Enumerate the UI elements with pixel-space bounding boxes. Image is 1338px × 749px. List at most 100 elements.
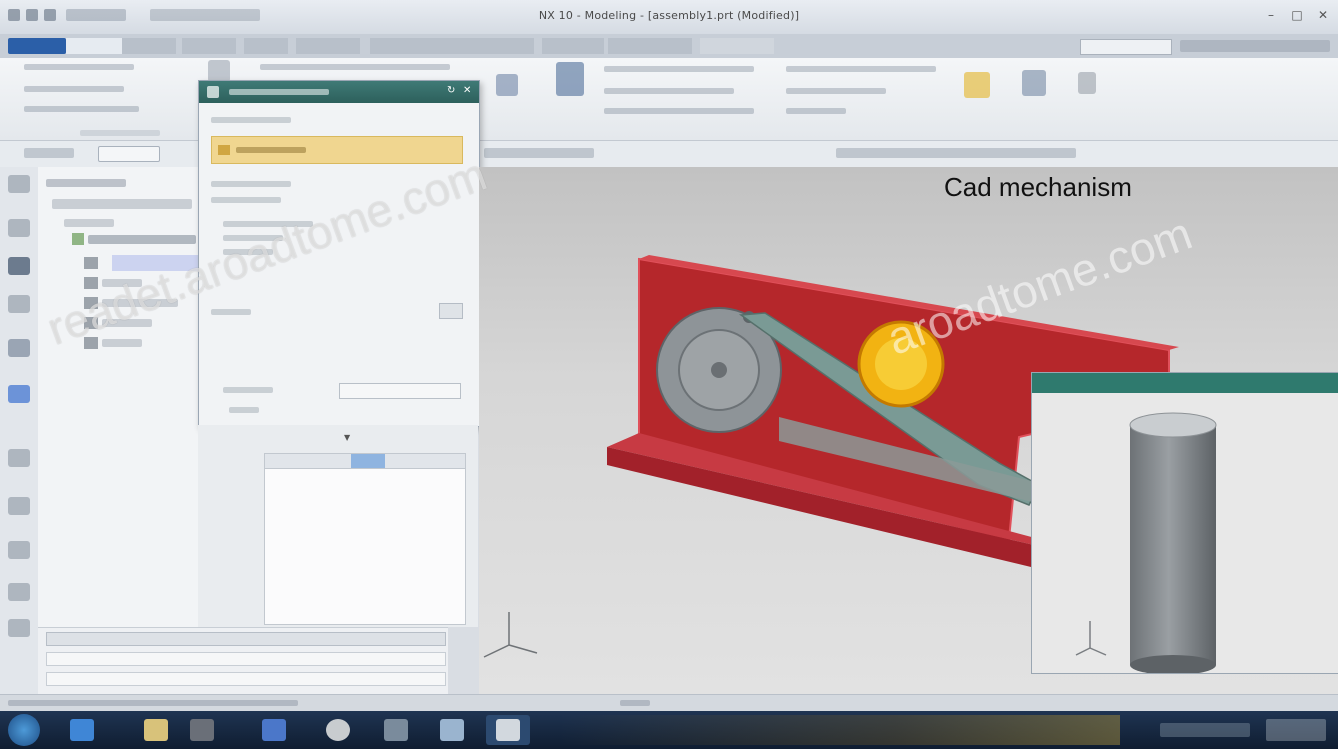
tab-5[interactable]	[296, 38, 360, 54]
minimize-button[interactable]: –	[1258, 6, 1284, 24]
taskbar-word[interactable]	[252, 715, 296, 745]
status-info	[620, 700, 650, 706]
ribbon-icon[interactable]	[208, 60, 230, 82]
option-label	[211, 309, 251, 315]
list-table	[264, 453, 466, 625]
select-icon	[218, 145, 230, 155]
tab-file[interactable]	[8, 38, 66, 54]
ribbon-cmd[interactable]	[24, 86, 124, 92]
tab-6[interactable]	[370, 38, 534, 54]
ribbon-icon[interactable]	[964, 72, 990, 98]
ribbon-icon[interactable]	[1078, 72, 1096, 94]
ribbon-cmd[interactable]	[260, 64, 450, 70]
tree-node[interactable]	[102, 339, 142, 347]
joint-icon	[84, 337, 98, 349]
maximize-button[interactable]: □	[1284, 6, 1310, 24]
taskbar-explorer[interactable]	[134, 715, 178, 745]
dialog-title	[229, 89, 329, 95]
select-link-field[interactable]	[211, 136, 463, 164]
ribbon-icon[interactable]	[1022, 70, 1046, 96]
details-row	[46, 652, 446, 666]
ribbon-cmd[interactable]	[604, 108, 754, 114]
tree-node[interactable]	[102, 279, 142, 287]
history-icon[interactable]	[8, 449, 30, 467]
preview-window[interactable]	[1031, 372, 1338, 674]
taskbar-wallpaper-strip	[560, 715, 1120, 745]
taskbar-active-app[interactable]	[486, 715, 530, 745]
ribbon-icon[interactable]	[556, 62, 584, 96]
option-label	[229, 407, 259, 413]
option-label	[223, 387, 273, 393]
table-header-cell-selected[interactable]	[351, 454, 385, 468]
taskbar-nx[interactable]	[430, 715, 474, 745]
taskbar-app[interactable]	[374, 715, 418, 745]
ribbon-cmd[interactable]	[786, 66, 936, 72]
tab-home[interactable]	[66, 38, 122, 54]
reuse-library-icon[interactable]	[8, 295, 30, 313]
process-studio-icon[interactable]	[8, 541, 30, 559]
window-title: NX 10 - Modeling - [assembly1.prt (Modif…	[538, 9, 800, 22]
part-navigator-icon[interactable]	[8, 257, 30, 275]
status-bar	[0, 694, 1338, 712]
command-finder-input[interactable]	[1080, 39, 1172, 55]
tree-node[interactable]	[102, 319, 152, 327]
start-button[interactable]	[8, 714, 40, 746]
option-label	[223, 221, 313, 227]
taskbar-ie[interactable]	[60, 715, 104, 745]
tab-7[interactable]	[542, 38, 604, 54]
window-controls-group[interactable]	[1180, 40, 1330, 52]
crank-axle	[711, 362, 727, 378]
ribbon-cmd[interactable]	[24, 106, 139, 112]
system-materials-icon[interactable]	[8, 497, 30, 515]
chevron-down-icon[interactable]: ▼	[344, 433, 352, 442]
option-label	[223, 249, 273, 255]
assembly-navigator-icon[interactable]	[8, 175, 30, 193]
web-browser-icon[interactable]	[8, 385, 30, 403]
ribbon-icon[interactable]	[496, 74, 518, 96]
dialog-title-bar: ↻ ✕	[199, 81, 479, 103]
ribbon-cmd[interactable]	[604, 66, 754, 72]
tab-4[interactable]	[244, 38, 288, 54]
expand-button[interactable]	[439, 303, 463, 319]
close-icon[interactable]: ✕	[463, 85, 475, 97]
preview-triad-icon	[1075, 621, 1107, 656]
clock[interactable]	[1266, 719, 1326, 741]
ribbon-cmd[interactable]	[604, 88, 734, 94]
hd3d-tools-icon[interactable]	[8, 339, 30, 357]
tab-3[interactable]	[182, 38, 236, 54]
manufacturing-wizards-icon[interactable]	[8, 583, 30, 601]
close-button[interactable]: ✕	[1310, 6, 1336, 24]
joint-icon	[84, 317, 98, 329]
ribbon-group-label	[80, 130, 160, 136]
preview-title-bar[interactable]	[1032, 373, 1338, 393]
constraint-navigator-icon[interactable]	[8, 219, 30, 237]
details-header[interactable]	[46, 632, 446, 646]
cylinder-model	[1075, 412, 1217, 673]
view-toolbar[interactable]	[836, 148, 1076, 158]
system-tray[interactable]	[1160, 723, 1250, 737]
taskbar-chrome[interactable]	[316, 715, 360, 745]
scope-dropdown[interactable]	[98, 146, 160, 162]
tree-node[interactable]	[102, 299, 178, 307]
tab-8[interactable]	[608, 38, 692, 54]
tab-9[interactable]	[700, 38, 774, 54]
type-filter[interactable]	[24, 148, 74, 158]
status-message	[8, 700, 298, 706]
details-panel	[38, 627, 448, 695]
roles-icon[interactable]	[8, 619, 30, 637]
snap-toolbar[interactable]	[484, 148, 594, 158]
ribbon-cmd[interactable]	[24, 64, 134, 70]
nx-logo-inner	[875, 338, 927, 390]
tree-node[interactable]	[64, 219, 114, 227]
taskbar-media[interactable]	[180, 715, 224, 745]
option-dropdown[interactable]	[339, 383, 461, 399]
tree-node[interactable]	[88, 235, 196, 244]
details-row	[46, 672, 446, 686]
tree-node-selected[interactable]	[112, 255, 198, 271]
ribbon-cmd[interactable]	[786, 108, 846, 114]
ribbon-cmd[interactable]	[786, 88, 886, 94]
tree-node[interactable]	[52, 199, 192, 209]
reset-icon[interactable]: ↻	[447, 85, 459, 97]
coordinate-triad-icon	[483, 612, 538, 658]
tab-2[interactable]	[122, 38, 176, 54]
